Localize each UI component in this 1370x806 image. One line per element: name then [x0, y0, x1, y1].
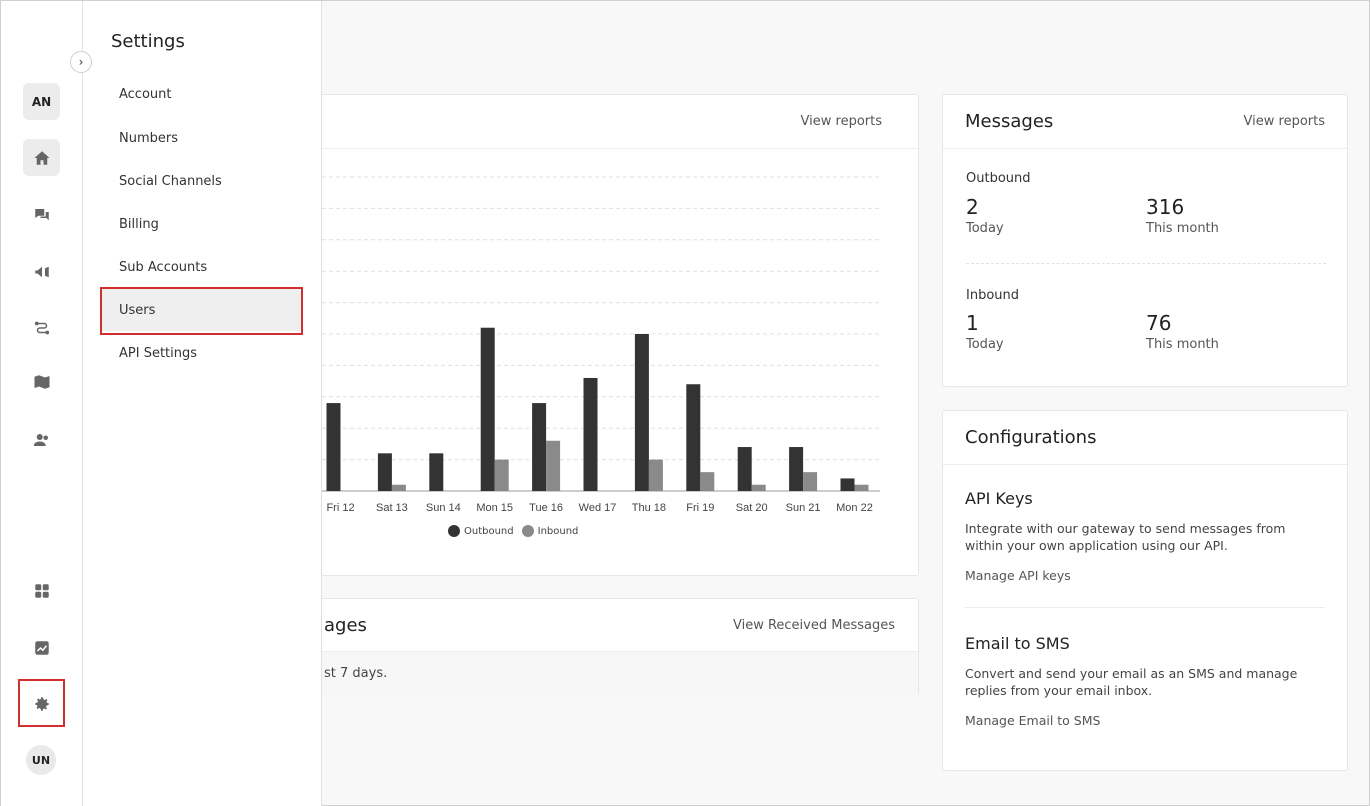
bar-outbound-sun-14 — [429, 453, 444, 491]
activity-card: View reports Fri 12 Sat 13 Sun 14 Mon 15 Tue… — [221, 94, 919, 576]
inbound-today-value: 1 — [966, 311, 979, 335]
x-tick-label: Mon 15 — [476, 502, 513, 514]
x-tick-label: Sun 14 — [426, 502, 461, 514]
chevron-right-icon: › — [78, 55, 84, 69]
settings-item-account[interactable]: Account — [100, 73, 302, 115]
bar-inbound-mon-15 — [494, 459, 509, 491]
book-icon[interactable] — [23, 363, 60, 400]
chart-legend: Outbound Inbound — [448, 525, 578, 537]
configurations-title: Configurations — [965, 427, 1097, 448]
bar-outbound-mon-15 — [480, 327, 495, 491]
icon-rail: AN UN — [1, 1, 83, 806]
user-avatar[interactable]: UN — [26, 745, 56, 775]
x-tick-label: Thu 18 — [632, 502, 666, 514]
x-tick-label: Mon 22 — [836, 502, 873, 514]
contacts-icon[interactable] — [23, 421, 60, 458]
x-tick-label: Fri 12 — [326, 502, 354, 514]
bar-inbound-sat-13 — [391, 484, 406, 491]
x-tick-label: Sat 13 — [376, 502, 408, 514]
bar-inbound-sun-21 — [803, 472, 818, 491]
manage-email-to-sms-link[interactable]: Manage Email to SMS — [965, 713, 1100, 728]
flow-icon[interactable] — [23, 309, 60, 346]
outbound-today-value: 2 — [966, 195, 979, 219]
settings-panel: Settings Account Numbers Social Channels… — [83, 1, 322, 806]
bar-outbound-sat-20 — [737, 447, 752, 491]
workspace-avatar[interactable]: AN — [23, 83, 60, 120]
legend-outbound-label: Outbound — [464, 525, 514, 537]
bar-outbound-sun-21 — [789, 447, 804, 491]
email-to-sms-description: Convert and send your email as an SMS an… — [965, 666, 1298, 698]
messages-title: Messages — [965, 111, 1054, 132]
bar-inbound-tue-16 — [546, 440, 561, 491]
bar-outbound-fri-12 — [326, 403, 341, 491]
legend-outbound-swatch — [448, 525, 460, 537]
view-received-messages-link[interactable]: View Received Messages — [733, 618, 895, 633]
x-tick-label: Fri 19 — [686, 502, 714, 514]
settings-item-billing[interactable]: Billing — [100, 203, 302, 245]
inbound-month-label: This month — [1146, 337, 1219, 352]
settings-item-social-channels[interactable]: Social Channels — [100, 160, 302, 202]
messages-divider — [966, 263, 1326, 264]
chat-icon[interactable] — [23, 196, 60, 233]
users-highlight — [100, 287, 303, 335]
outbound-label: Outbound — [966, 171, 1031, 186]
bar-outbound-tue-16 — [532, 403, 547, 491]
legend-inbound-swatch — [521, 525, 534, 537]
legend-inbound-label: Inbound — [537, 525, 579, 537]
received-messages-title: ages — [324, 614, 367, 636]
outbound-month-value: 316 — [1146, 195, 1185, 219]
outbound-today-label: Today — [966, 221, 1004, 236]
bar-outbound-wed-17 — [583, 377, 598, 491]
settings-item-sub-accounts[interactable]: Sub Accounts — [100, 246, 302, 288]
api-keys-title: API Keys — [965, 489, 1033, 508]
outbound-month-label: This month — [1146, 221, 1219, 236]
megaphone-icon[interactable] — [23, 253, 60, 290]
manage-api-keys-link[interactable]: Manage API keys — [965, 568, 1071, 583]
inbound-label: Inbound — [966, 288, 1020, 303]
api-keys-description: Integrate with our gateway to send messa… — [965, 521, 1286, 553]
messages-card: Messages View reports Outbound 2 Today 3… — [942, 94, 1348, 387]
x-tick-label: Wed 17 — [579, 502, 617, 514]
analytics-icon[interactable] — [23, 629, 60, 666]
bar-inbound-fri-19 — [700, 472, 715, 491]
settings-item-numbers[interactable]: Numbers — [100, 117, 302, 159]
config-divider — [965, 607, 1325, 608]
collapse-panel-button[interactable]: › — [70, 51, 92, 73]
bar-outbound-mon-22 — [840, 478, 855, 491]
bar-inbound-sat-20 — [751, 484, 766, 491]
activity-chart: Fri 12 Sat 13 Sun 14 Mon 15 Tue 16 Wed 17 Thu … — [322, 176, 880, 514]
bar-outbound-sat-13 — [377, 453, 392, 491]
settings-item-api-settings[interactable]: API Settings — [100, 332, 302, 374]
bar-outbound-thu-18 — [634, 334, 649, 491]
bar-outbound-fri-19 — [686, 384, 701, 491]
messages-view-reports-link[interactable]: View reports — [1244, 114, 1325, 129]
inbound-today-label: Today — [966, 337, 1004, 352]
received-messages-note: st 7 days. — [222, 652, 918, 695]
x-tick-label: Sun 21 — [786, 502, 821, 514]
x-tick-label: Sat 20 — [736, 502, 768, 514]
bar-inbound-mon-22 — [854, 484, 869, 491]
apps-icon[interactable] — [23, 572, 60, 609]
email-to-sms-title: Email to SMS — [965, 634, 1070, 653]
received-messages-card: ages View Received Messages st 7 days. — [221, 598, 919, 695]
x-tick-label: Tue 16 — [529, 502, 563, 514]
activity-view-reports-link[interactable]: View reports — [801, 114, 882, 129]
settings-highlight — [18, 679, 65, 727]
configurations-card: Configurations API Keys Integrate with o… — [942, 410, 1348, 771]
inbound-month-value: 76 — [1146, 311, 1172, 335]
home-icon[interactable] — [23, 139, 60, 176]
settings-panel-title: Settings — [111, 31, 185, 52]
bar-inbound-thu-18 — [648, 459, 663, 491]
